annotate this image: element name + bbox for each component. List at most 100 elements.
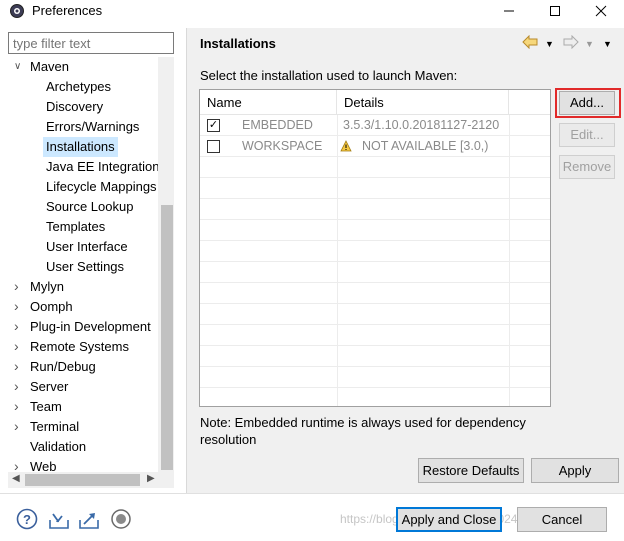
tree-item-label: User Settings [46, 259, 125, 274]
export-icon[interactable] [77, 507, 101, 531]
cancel-button[interactable]: Cancel [517, 507, 607, 532]
tree-item[interactable]: User Interface [8, 237, 158, 257]
installation-details: NOT AVAILABLE [3.0,) [362, 139, 489, 153]
tree-item[interactable]: › Server [8, 377, 158, 397]
import-icon[interactable] [47, 507, 71, 531]
tree-horizontal-scroll-thumb[interactable] [25, 474, 140, 486]
table-empty-row [200, 157, 550, 178]
chevron-down-icon[interactable]: ∨ [14, 57, 21, 77]
note-text: Note: Embedded runtime is always used fo… [200, 415, 526, 447]
filter-input[interactable] [8, 32, 174, 54]
tree-item[interactable]: Errors/Warnings [8, 117, 158, 137]
tree-item[interactable]: › Plug-in Development [8, 317, 158, 337]
chevron-right-icon[interactable]: › [14, 356, 19, 376]
chevron-right-icon[interactable]: › [14, 376, 19, 396]
gear-icon [10, 4, 24, 18]
apply-button[interactable]: Apply [531, 458, 619, 483]
tree-item[interactable]: Templates [8, 217, 158, 237]
tree-item-label: Lifecycle Mappings [46, 179, 157, 194]
chevron-right-icon[interactable]: › [14, 316, 19, 336]
scroll-left-icon[interactable]: ◀ [12, 473, 20, 484]
title-bar: Preferences [0, 0, 624, 22]
tree-item[interactable]: Lifecycle Mappings [8, 177, 158, 197]
intro-text: Select the installation used to launch M… [200, 68, 458, 83]
tree-item-label: Plug-in Development [30, 319, 151, 334]
table-empty-row [200, 178, 550, 199]
tree-item[interactable]: ∨ Maven [8, 57, 158, 77]
forward-button[interactable] [563, 34, 579, 53]
tree-item[interactable]: › Team [8, 397, 158, 417]
tree-item[interactable]: › Run/Debug [8, 357, 158, 377]
table-row[interactable]: ✓ EMBEDDED 3.5.3/1.10.0.20181127-2120 [200, 115, 550, 136]
forward-arrow-icon [563, 34, 579, 50]
back-menu-icon[interactable]: ▼ [545, 39, 554, 57]
close-button[interactable] [578, 0, 624, 22]
help-icon[interactable]: ? [15, 507, 39, 531]
tree-item-label: Source Lookup [46, 199, 134, 214]
minimize-icon [504, 10, 514, 12]
window-title: Preferences [32, 3, 103, 18]
installation-name: EMBEDDED [242, 118, 313, 132]
tree-item[interactable]: Archetypes [8, 77, 158, 97]
tree-item[interactable]: Discovery [8, 97, 158, 117]
view-menu-icon[interactable]: ▼ [603, 39, 612, 57]
table-empty-row [200, 325, 550, 346]
column-header-name[interactable]: Name [200, 90, 337, 115]
restore-defaults-button[interactable]: Restore Defaults [418, 458, 524, 483]
installation-name: WORKSPACE [242, 139, 323, 153]
tree-item[interactable]: › Mylyn [8, 277, 158, 297]
tree-item-label: Web [30, 459, 57, 472]
chevron-right-icon[interactable]: › [14, 276, 19, 296]
table-empty-row [200, 241, 550, 262]
tree-vertical-scroll-thumb[interactable] [161, 205, 173, 470]
maximize-button[interactable] [532, 0, 578, 22]
table-empty-row [200, 283, 550, 304]
checkbox[interactable] [207, 140, 220, 153]
column-header-details[interactable]: Details [337, 90, 509, 115]
tree-item-label: Mylyn [30, 279, 64, 294]
tree-item-label: Run/Debug [30, 359, 96, 374]
installation-details: 3.5.3/1.10.0.20181127-2120 [343, 118, 500, 132]
tree-item[interactable]: User Settings [8, 257, 158, 277]
remove-button[interactable]: Remove [559, 155, 615, 179]
tree-item[interactable]: Java EE Integration [8, 157, 160, 177]
table-empty-row [200, 304, 550, 325]
maximize-icon [550, 6, 560, 16]
tree-item[interactable]: › Web [8, 457, 158, 472]
tree-item[interactable]: Source Lookup [8, 197, 158, 217]
table-row[interactable]: WORKSPACE NOT AVAILABLE [3.0,) [200, 136, 550, 157]
record-icon[interactable] [109, 507, 133, 531]
tree-item[interactable]: Validation [8, 437, 158, 457]
apply-and-close-button[interactable]: Apply and Close [396, 507, 502, 532]
chevron-right-icon[interactable]: › [14, 296, 19, 316]
edit-button[interactable]: Edit... [559, 123, 615, 147]
table-empty-row [200, 388, 550, 406]
installations-table: Name Details ✓ EMBEDDED 3.5.3/1.10.0.20181… [199, 89, 551, 407]
tree-item-label: Discovery [46, 99, 104, 114]
add-button[interactable]: Add... [559, 91, 615, 115]
close-icon [595, 5, 607, 17]
chevron-right-icon[interactable]: › [14, 336, 19, 356]
column-divider [509, 115, 510, 406]
table-empty-row [200, 367, 550, 388]
minimize-button[interactable] [486, 0, 532, 22]
tree-item[interactable]: › Terminal [8, 417, 158, 437]
chevron-right-icon[interactable]: › [14, 456, 19, 472]
scroll-right-icon[interactable]: ▶ [147, 473, 155, 484]
checked-checkbox[interactable]: ✓ [207, 119, 220, 132]
tree-item[interactable]: Installations [8, 137, 158, 157]
tree-item-label: Team [30, 399, 62, 414]
tree-item[interactable]: › Oomph [8, 297, 158, 317]
back-button[interactable] [522, 34, 538, 53]
tree-item-label: Templates [46, 219, 106, 234]
table-empty-row [200, 199, 550, 220]
forward-menu-icon[interactable]: ▼ [585, 39, 594, 57]
preferences-tree: ∨ Maven Archetypes Discovery Errors/Warnings… [8, 57, 174, 472]
tree-item-label: Java EE Integration [46, 159, 160, 174]
chevron-right-icon[interactable]: › [14, 416, 19, 436]
column-divider [337, 115, 338, 406]
tree-item[interactable]: › Remote Systems [8, 337, 158, 357]
tree-item-label: Installations [43, 137, 118, 157]
back-arrow-icon [522, 34, 538, 50]
chevron-right-icon[interactable]: › [14, 396, 19, 416]
